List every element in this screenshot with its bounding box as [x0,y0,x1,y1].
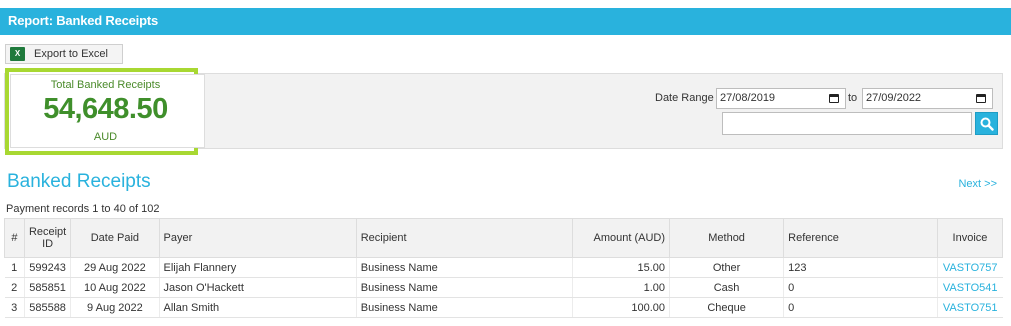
table-row: 1 599243 29 Aug 2022 Elijah Flannery Bus… [4,257,1003,278]
row-num: 3 [4,297,25,318]
date-to-value: 27/09/2022 [866,92,922,104]
reference: 0 [783,297,938,318]
col-header-date-paid[interactable]: Date Paid [70,218,160,258]
date-range-label: Date Range [655,92,714,104]
calendar-icon[interactable] [976,94,986,103]
amount: 15.00 [571,257,670,278]
col-header-receipt-id[interactable]: Receipt ID [23,218,72,258]
reference: 123 [783,257,938,278]
method: Cheque [669,297,784,318]
col-header-receipt-id-line1: Receipt [28,226,67,238]
date-to-label: to [848,92,858,104]
summary-currency: AUD [93,131,118,143]
table-header-row: # Receipt ID Date Paid Payer Recipient A… [4,218,1004,258]
invoice-cell: VASTO751 [936,297,1003,318]
col-header-reference[interactable]: Reference [783,218,938,258]
export-to-excel-button[interactable]: X Export to Excel [5,44,123,64]
date-to-input[interactable]: 27/09/2022 [862,88,993,109]
invoice-cell: VASTO541 [936,277,1003,298]
invoice-link[interactable]: VASTO751 [943,302,998,314]
export-button-label: Export to Excel [34,48,108,60]
excel-icon: X [10,47,25,61]
method: Other [669,257,784,278]
col-header-receipt-id-line2: ID [42,238,54,250]
records-count: Payment records 1 to 40 of 102 [6,203,160,215]
col-header-invoice[interactable]: Invoice [936,218,1004,258]
col-header-amount[interactable]: Amount (AUD) [571,218,671,258]
col-header-recipient[interactable]: Recipient [355,218,573,258]
col-header-num[interactable]: # [4,218,25,258]
summary-total-value: 54,648.50 [43,93,168,125]
recipient: Business Name [355,297,573,318]
receipt-id: 585851 [23,277,71,298]
section-title: Banked Receipts [7,171,151,192]
amount: 100.00 [571,297,670,318]
search-icon [980,117,994,131]
search-button[interactable] [975,112,998,135]
table-row: 3 585588 9 Aug 2022 Allan Smith Business… [4,297,1003,318]
summary-label: Total Banked Receipts [50,79,161,91]
receipt-id: 585588 [23,297,71,318]
search-input[interactable] [722,112,972,135]
row-num: 2 [4,277,25,298]
recipient: Business Name [355,257,573,278]
page-title: Report: Banked Receipts [8,13,158,28]
calendar-icon[interactable] [829,94,839,103]
next-page-link[interactable]: Next >> [958,178,997,190]
receipt-id: 599243 [23,257,71,278]
col-header-payer[interactable]: Payer [158,218,357,258]
payer: Elijah Flannery [158,257,357,278]
payer: Jason O'Hackett [158,277,357,298]
date-from-value: 27/08/2019 [720,92,776,104]
date-paid: 9 Aug 2022 [70,297,160,318]
recipient: Business Name [355,277,573,298]
row-num: 1 [4,257,25,278]
reference: 0 [783,277,938,298]
amount: 1.00 [571,277,670,298]
invoice-cell: VASTO757 [936,257,1003,278]
date-from-input[interactable]: 27/08/2019 [716,88,846,109]
date-paid: 29 Aug 2022 [70,257,160,278]
table-row: 2 585851 10 Aug 2022 Jason O'Hackett Bus… [4,277,1003,298]
report-header-bar: Report: Banked Receipts [0,8,1011,35]
invoice-link[interactable]: VASTO757 [943,262,998,274]
payer: Allan Smith [158,297,357,318]
method: Cash [669,277,784,298]
receipts-table: # Receipt ID Date Paid Payer Recipient A… [4,218,1004,318]
invoice-link[interactable]: VASTO541 [943,282,998,294]
date-paid: 10 Aug 2022 [70,277,160,298]
col-header-method[interactable]: Method [669,218,785,258]
